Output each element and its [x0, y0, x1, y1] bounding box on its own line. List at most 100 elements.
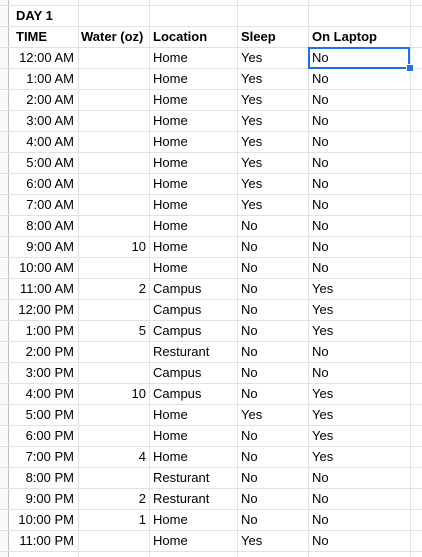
cell-on-laptop[interactable]: Yes — [308, 320, 410, 341]
cell-sleep[interactable]: No — [237, 383, 308, 404]
cell-time[interactable]: 1:00 AM — [12, 68, 78, 89]
cell-time[interactable]: 10:00 AM — [12, 257, 78, 278]
cell-sleep[interactable]: Yes — [237, 404, 308, 425]
cell-time[interactable]: 4:00 PM — [12, 383, 78, 404]
header-location[interactable]: Location — [149, 26, 237, 47]
cell-location[interactable]: Home — [149, 110, 237, 131]
cell-on-laptop[interactable]: No — [308, 257, 410, 278]
cell-sleep[interactable]: No — [237, 467, 308, 488]
cell-water[interactable] — [78, 152, 149, 173]
cell-water[interactable] — [78, 89, 149, 110]
cell-on-laptop[interactable]: No — [308, 215, 410, 236]
cell-location[interactable]: Campus — [149, 278, 237, 299]
cell-sleep[interactable]: No — [237, 341, 308, 362]
cell-location[interactable]: Campus — [149, 320, 237, 341]
cell-location[interactable]: Home — [149, 47, 237, 68]
selected-cell-outline[interactable] — [308, 47, 410, 69]
cell-time[interactable]: 5:00 AM — [12, 152, 78, 173]
cell-sleep[interactable]: Yes — [237, 47, 308, 68]
cell-location[interactable]: Resturant — [149, 488, 237, 509]
cell-water[interactable]: 10 — [78, 383, 149, 404]
cell-water[interactable] — [78, 173, 149, 194]
cell-on-laptop[interactable]: No — [308, 467, 410, 488]
cell-water[interactable]: 10 — [78, 236, 149, 257]
cell-on-laptop[interactable]: No — [308, 341, 410, 362]
cell-location[interactable]: Home — [149, 509, 237, 530]
cell-water[interactable] — [78, 299, 149, 320]
cell-sleep[interactable]: Yes — [237, 194, 308, 215]
cell-sleep[interactable]: Yes — [237, 110, 308, 131]
cell-sleep[interactable]: No — [237, 278, 308, 299]
header-water[interactable]: Water (oz) — [78, 26, 149, 47]
cell-time[interactable]: 4:00 AM — [12, 131, 78, 152]
cell-time[interactable]: 1:00 PM — [12, 320, 78, 341]
cell-time[interactable]: 6:00 PM — [12, 425, 78, 446]
cell-time[interactable]: 8:00 AM — [12, 215, 78, 236]
cell-on-laptop[interactable]: No — [308, 131, 410, 152]
cell-water[interactable] — [78, 362, 149, 383]
spreadsheet-grid[interactable]: DAY 1 TIME Water (oz) Location Sleep On … — [0, 0, 422, 557]
cell-on-laptop[interactable]: No — [308, 362, 410, 383]
cell-on-laptop[interactable]: No — [308, 68, 410, 89]
cell-sleep[interactable]: No — [237, 488, 308, 509]
cell-water[interactable] — [78, 404, 149, 425]
cell-water[interactable] — [78, 47, 149, 68]
cell-location[interactable]: Home — [149, 257, 237, 278]
cell-location[interactable]: Home — [149, 530, 237, 551]
cell-water[interactable] — [78, 425, 149, 446]
cell-on-laptop[interactable]: No — [308, 173, 410, 194]
cell-time[interactable]: 5:00 PM — [12, 404, 78, 425]
cell-sleep[interactable]: No — [237, 509, 308, 530]
cell-sleep[interactable]: Yes — [237, 152, 308, 173]
cell-on-laptop[interactable]: Yes — [308, 404, 410, 425]
cell-time[interactable]: 11:00 PM — [12, 530, 78, 551]
cell-water[interactable] — [78, 257, 149, 278]
cell-location[interactable]: Home — [149, 215, 237, 236]
cell-sleep[interactable]: Yes — [237, 530, 308, 551]
cell-water[interactable] — [78, 68, 149, 89]
cell-location[interactable]: Resturant — [149, 341, 237, 362]
cell-water[interactable] — [78, 467, 149, 488]
cell-location[interactable]: Home — [149, 404, 237, 425]
cell-time[interactable]: 9:00 PM — [12, 488, 78, 509]
cell-sleep[interactable]: Yes — [237, 68, 308, 89]
cell-time[interactable]: 7:00 PM — [12, 446, 78, 467]
cell-location[interactable]: Home — [149, 68, 237, 89]
cell-sleep[interactable]: No — [237, 299, 308, 320]
sheet-title[interactable]: DAY 1 — [12, 5, 78, 26]
cell-time[interactable]: 11:00 AM — [12, 278, 78, 299]
cell-sleep[interactable]: Yes — [237, 173, 308, 194]
header-sleep[interactable]: Sleep — [237, 26, 308, 47]
cell-time[interactable]: 10:00 PM — [12, 509, 78, 530]
cell-location[interactable]: Home — [149, 446, 237, 467]
cell-sleep[interactable]: Yes — [237, 131, 308, 152]
cell-location[interactable]: Home — [149, 152, 237, 173]
cell-time[interactable]: 2:00 AM — [12, 89, 78, 110]
cell-time[interactable]: 12:00 AM — [12, 47, 78, 68]
cell-location[interactable]: Campus — [149, 362, 237, 383]
cell-sleep[interactable]: No — [237, 236, 308, 257]
cell-sleep[interactable]: No — [237, 362, 308, 383]
cell-location[interactable]: Home — [149, 236, 237, 257]
cell-location[interactable]: Home — [149, 89, 237, 110]
fill-handle[interactable] — [406, 64, 414, 72]
cell-sleep[interactable]: No — [237, 320, 308, 341]
cell-sleep[interactable]: No — [237, 215, 308, 236]
cell-on-laptop[interactable]: No — [308, 89, 410, 110]
cell-location[interactable]: Home — [149, 173, 237, 194]
cell-location[interactable]: Home — [149, 194, 237, 215]
cell-on-laptop[interactable]: Yes — [308, 299, 410, 320]
cell-on-laptop[interactable]: Yes — [308, 383, 410, 404]
cell-on-laptop[interactable]: No — [308, 236, 410, 257]
cell-on-laptop[interactable]: Yes — [308, 446, 410, 467]
cell-water[interactable] — [78, 215, 149, 236]
cell-water[interactable]: 4 — [78, 446, 149, 467]
cell-water[interactable]: 1 — [78, 509, 149, 530]
cell-location[interactable]: Home — [149, 131, 237, 152]
cell-location[interactable]: Resturant — [149, 467, 237, 488]
cell-water[interactable] — [78, 131, 149, 152]
cell-time[interactable]: 8:00 PM — [12, 467, 78, 488]
cell-water[interactable]: 2 — [78, 488, 149, 509]
cell-time[interactable]: 12:00 PM — [12, 299, 78, 320]
header-time[interactable]: TIME — [12, 26, 78, 47]
